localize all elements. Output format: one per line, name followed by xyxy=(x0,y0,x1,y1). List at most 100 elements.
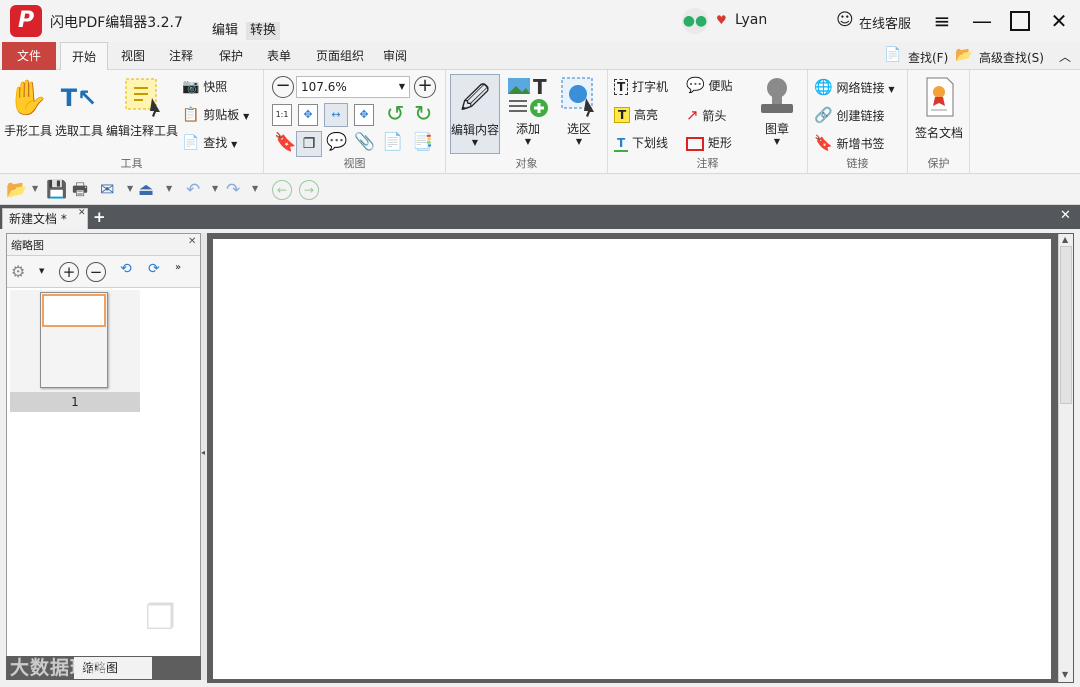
document-tab-bar: 新建文档 * ✕ + ✕ xyxy=(0,205,1080,229)
back-icon[interactable]: ← xyxy=(272,180,292,200)
select-area-button[interactable]: 选区 ▼ xyxy=(554,74,604,154)
web-link-button[interactable]: 🌐 网络链接 ▼ xyxy=(814,78,895,96)
tab-start[interactable]: 开始 xyxy=(60,42,108,71)
find-icon[interactable]: 📄 xyxy=(884,45,902,65)
link-icon: 🔗 xyxy=(814,106,833,124)
close-icon[interactable]: ✕ xyxy=(1047,9,1071,33)
document-page[interactable] xyxy=(213,239,1051,679)
thumbnail-viewport[interactable] xyxy=(42,294,106,327)
title-bar: P 闪电PDF编辑器3.2.7 编辑 转换 ●● ♥ Lyan ☺ 在线客服 ≡… xyxy=(0,0,1080,42)
chevron-down-icon[interactable]: ▼ xyxy=(127,184,133,193)
email-icon[interactable]: ✉ xyxy=(100,179,114,201)
tab-review[interactable]: 审阅 xyxy=(376,42,414,70)
highlight-button[interactable]: T 高亮 xyxy=(614,106,658,123)
actual-size-icon[interactable]: 1:1 xyxy=(272,104,292,126)
chevron-down-icon[interactable]: ▼ xyxy=(32,184,38,193)
rotate-left-icon[interactable]: ↺ xyxy=(386,102,404,127)
attachment-icon[interactable]: 📎 xyxy=(354,132,375,152)
tab-file[interactable]: 文件 xyxy=(2,42,56,70)
comment-icon[interactable]: 💬 xyxy=(326,132,347,152)
rotate-right-icon[interactable]: ↻ xyxy=(414,102,432,127)
vertical-scrollbar[interactable]: ▲ ▼ xyxy=(1058,234,1073,682)
select-area-label: 选区 xyxy=(566,122,591,136)
find-button[interactable]: 查找(F) xyxy=(908,49,948,66)
chevron-down-icon[interactable]: ▼ xyxy=(252,184,258,193)
save-icon[interactable]: 💾 xyxy=(46,179,67,201)
rotate-90-right-icon[interactable]: ⟳ xyxy=(148,261,160,277)
underline-button[interactable]: T 下划线 xyxy=(614,134,668,152)
maximize-icon[interactable] xyxy=(1008,9,1032,33)
thumb-zoom-in-icon[interactable]: + xyxy=(59,262,79,282)
thumbnail-item[interactable]: 1 xyxy=(10,290,140,412)
chevron-down-icon: ▼ xyxy=(231,140,238,149)
close-document-icon[interactable]: ✕ xyxy=(1060,208,1071,223)
online-service-link[interactable]: 在线客服 xyxy=(859,13,911,32)
scroll-up-icon[interactable]: ▲ xyxy=(1062,235,1068,244)
snapshot-button[interactable]: 📷 快照 xyxy=(182,78,227,95)
zoom-select[interactable]: 107.6% ▼ xyxy=(296,76,410,98)
tab-view[interactable]: 视图 xyxy=(114,42,152,70)
scroll-down-icon[interactable]: ▼ xyxy=(1062,670,1068,679)
stamp-button[interactable]: 图章 ▼ xyxy=(752,74,802,154)
print-icon[interactable]: 🖶 xyxy=(72,179,88,201)
rotate-90-left-icon[interactable]: ⟲ xyxy=(120,261,132,277)
more-icon[interactable]: » xyxy=(175,262,181,273)
close-panel-icon[interactable]: ✕ xyxy=(188,236,196,247)
scroll-thumb[interactable] xyxy=(1060,246,1072,404)
document-tab[interactable]: 新建文档 * xyxy=(2,208,88,229)
chevron-down-icon[interactable]: ▼ xyxy=(39,267,44,275)
chevron-down-icon[interactable]: ▼ xyxy=(166,184,172,193)
smiley-icon[interactable]: ☺ xyxy=(836,11,854,29)
wechat-icon[interactable]: ●● xyxy=(682,8,708,34)
add-bookmark-label: 新增书签 xyxy=(836,137,885,151)
settings-gear-icon[interactable]: ⚙ xyxy=(11,262,25,281)
forward-icon[interactable]: → xyxy=(299,180,319,200)
search-button[interactable]: 📄 查找 ▼ xyxy=(182,134,237,151)
clipboard-button[interactable]: 📋 剪贴板 ▼ xyxy=(182,106,249,123)
typewriter-button[interactable]: T 打字机 xyxy=(614,78,668,95)
note-button[interactable]: 💬 便贴 xyxy=(686,76,733,94)
group-objects: 🖉 编辑内容 ▼ T 添加 ▼ 选区 ▼ 对象 xyxy=(446,70,608,174)
fit-page-icon[interactable]: ✥ xyxy=(298,104,318,126)
hand-tool-button[interactable]: ✋ 手形工具 xyxy=(4,74,52,139)
document-icon[interactable]: 📄 xyxy=(382,132,403,152)
thumbnail-panel-title: 缩略图 xyxy=(11,239,44,252)
create-link-button[interactable]: 🔗 创建链接 xyxy=(814,106,885,124)
zoom-out-icon[interactable]: − xyxy=(272,76,294,98)
edit-content-button[interactable]: 🖉 编辑内容 ▼ xyxy=(450,74,500,154)
scanner-icon[interactable]: ⏏ xyxy=(138,179,154,201)
fit-visible-icon[interactable]: ✥ xyxy=(354,104,374,126)
advanced-find-button[interactable]: 高级查找(S) xyxy=(979,49,1044,66)
title-tab-convert[interactable]: 转换 xyxy=(246,22,281,40)
add-bookmark-button[interactable]: 🔖 新增书签 xyxy=(814,134,885,152)
rectangle-button[interactable]: 矩形 xyxy=(686,134,732,151)
tab-annotate[interactable]: 注释 xyxy=(162,42,200,70)
edit-annotation-tool-button[interactable]: 编辑注释工具 xyxy=(106,74,178,139)
minimize-icon[interactable]: — xyxy=(970,9,994,33)
tab-form[interactable]: 表单 xyxy=(260,42,298,70)
redo-icon[interactable]: ↷ xyxy=(226,179,240,201)
chevron-down-icon[interactable]: ▼ xyxy=(212,184,218,193)
advanced-find-icon[interactable]: 📂 xyxy=(955,45,973,65)
select-tool-button[interactable]: T↖ 选取工具 xyxy=(54,74,104,139)
zoom-in-icon[interactable]: + xyxy=(414,76,436,98)
annotation-cursor-icon xyxy=(106,74,178,122)
pages-icon[interactable]: ❐ xyxy=(296,131,322,157)
arrow-button[interactable]: ↗ 箭头 xyxy=(686,106,726,124)
tab-page-organize[interactable]: 页面组织 xyxy=(308,42,372,70)
undo-icon[interactable]: ↶ xyxy=(186,179,200,201)
thumb-zoom-out-icon[interactable]: − xyxy=(86,262,106,282)
tab-protect[interactable]: 保护 xyxy=(212,42,250,70)
close-tab-icon[interactable]: ✕ xyxy=(78,208,86,218)
add-button[interactable]: T 添加 ▼ xyxy=(502,74,554,154)
open-folder-icon[interactable]: 📂 xyxy=(6,179,27,201)
user-name[interactable]: Lyan xyxy=(735,12,767,28)
bookmark-icon[interactable]: 🔖 xyxy=(274,132,296,153)
sign-document-button[interactable]: 签名文档 xyxy=(912,74,966,141)
collapse-ribbon-icon[interactable]: ︿ xyxy=(1059,48,1071,65)
new-tab-icon[interactable]: + xyxy=(93,208,106,226)
document-settings-icon[interactable]: 📑 xyxy=(412,132,433,152)
fit-width-icon[interactable]: ↔ xyxy=(324,103,348,127)
menu-icon[interactable]: ≡ xyxy=(930,9,954,33)
title-tab-edit[interactable]: 编辑 xyxy=(208,22,242,40)
